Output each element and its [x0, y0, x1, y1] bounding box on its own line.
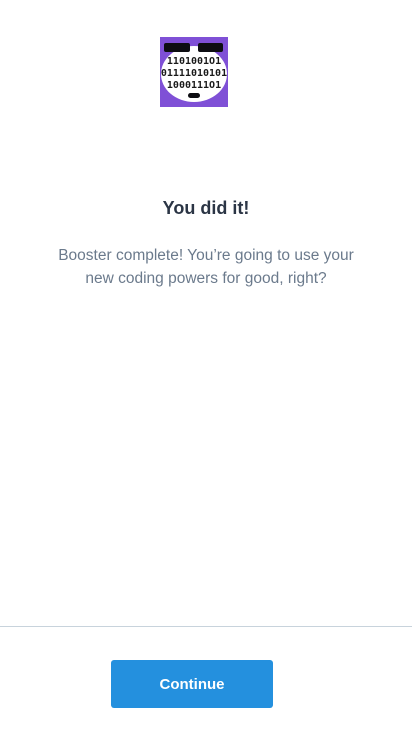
- badge-binary-line-1: 1101001O1: [167, 56, 221, 67]
- binary-robot-face-icon: 1101001O1 01111010101 1000111O1: [160, 37, 228, 107]
- badge-binary-line-3: 1000111O1: [167, 80, 221, 91]
- completion-message-line-1: Booster complete! You’re going to use yo…: [58, 247, 354, 264]
- completion-message: Booster complete! You’re going to use yo…: [30, 244, 382, 290]
- completion-screen: 1101001O1 01111010101 1000111O1 You did …: [0, 0, 412, 740]
- completion-message-line-2: new coding powers for good, right?: [85, 270, 327, 287]
- badge-binary-line-2: 01111010101: [161, 68, 227, 79]
- footer-divider: [0, 626, 412, 627]
- continue-button[interactable]: Continue: [111, 660, 273, 708]
- completion-title: You did it!: [162, 198, 250, 218]
